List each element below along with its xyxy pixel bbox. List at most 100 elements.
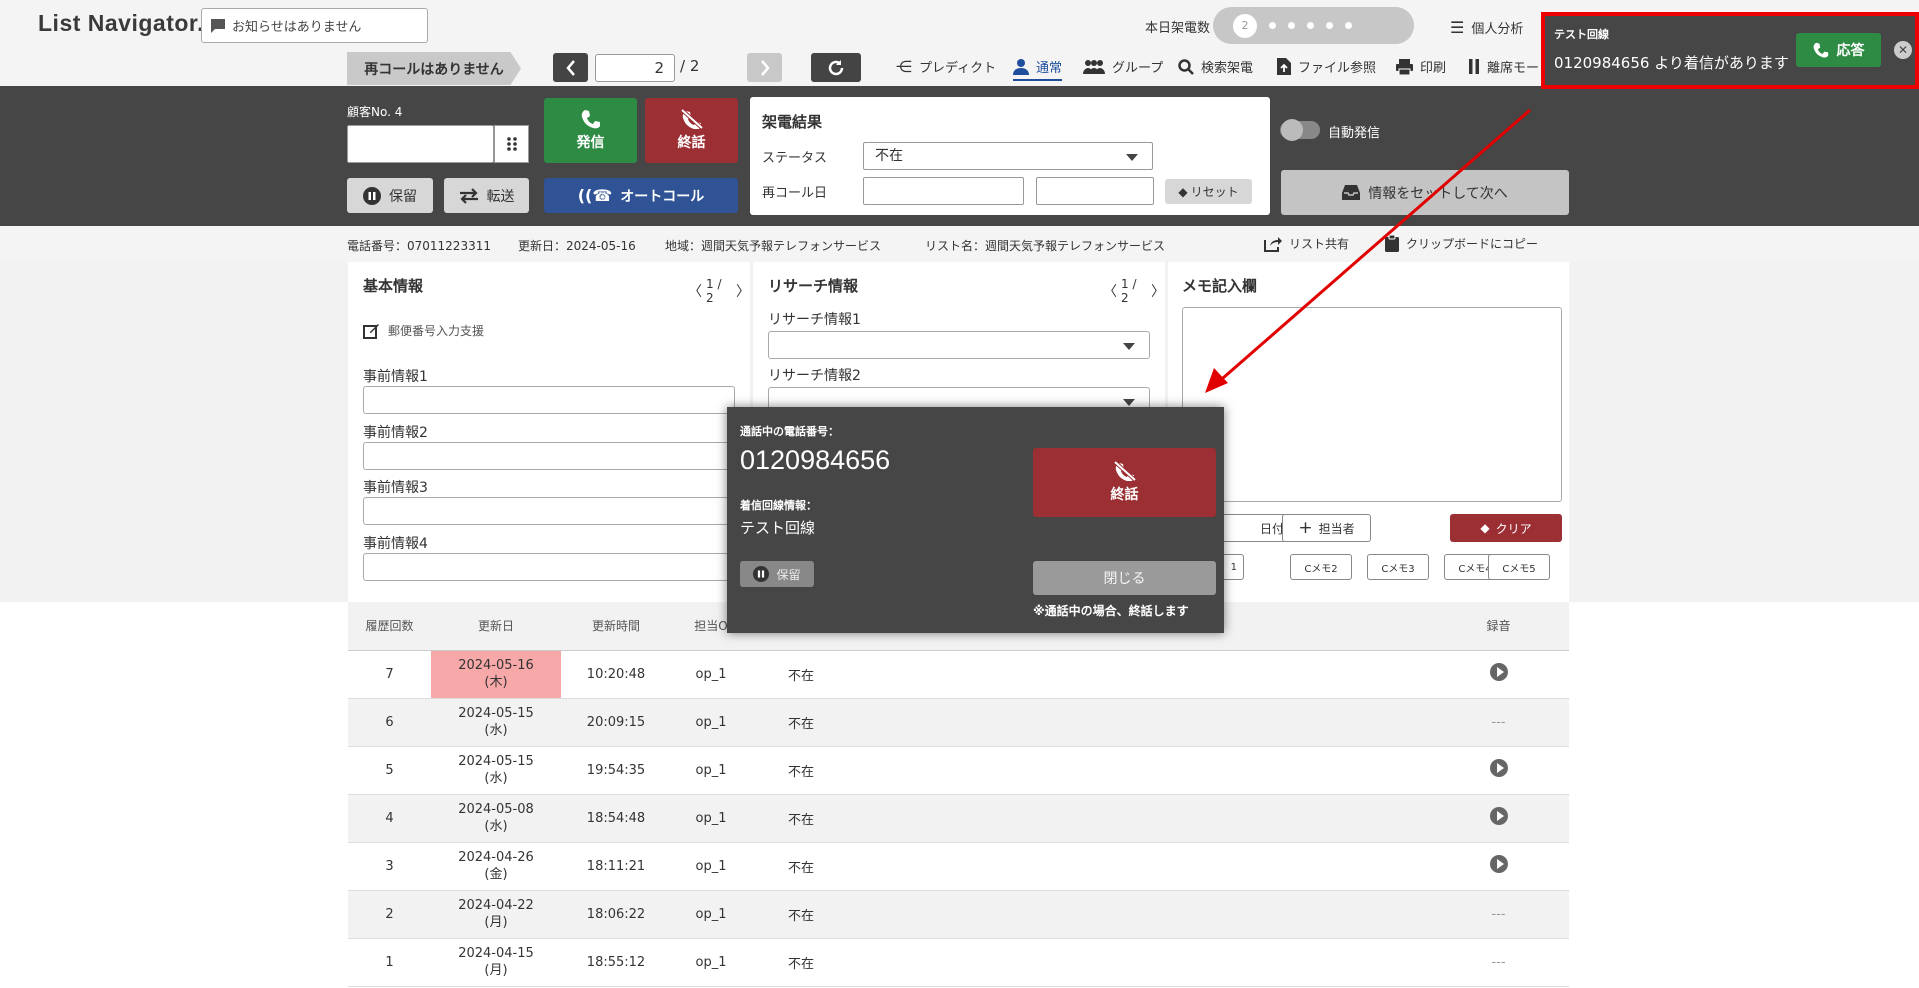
customer-no-input[interactable] [347, 125, 494, 163]
pre-info-input-4[interactable] [363, 553, 735, 581]
list-name-info: リスト名：週間天気予報テレフォンサービス [925, 239, 1166, 253]
chevron-right-icon [760, 59, 770, 76]
hold-button[interactable]: 保留 [347, 178, 433, 213]
recording-cell [1428, 746, 1569, 795]
history-count: 5 [348, 746, 431, 795]
pre-info-input-2[interactable] [363, 442, 735, 470]
incoming-message: 0120984656 より着信があります [1554, 54, 1789, 72]
caret-down-icon [1126, 154, 1138, 161]
eraser-icon: ◆ [1480, 521, 1490, 535]
status-select-value: 不在 [875, 148, 903, 164]
answer-button[interactable]: 応答 [1796, 33, 1881, 67]
history-time: 18:54:48 [561, 794, 671, 843]
phone-slash-icon [680, 109, 703, 129]
staff-stamp-button[interactable]: + 担当者 [1282, 514, 1371, 542]
chevron-left-icon[interactable]: 〈 [1103, 281, 1117, 301]
autocall-button[interactable]: ((☎ オートコール [544, 178, 738, 213]
plus-icon: + [1298, 518, 1313, 538]
history-count: 6 [348, 698, 431, 747]
autocall-label: オートコール [620, 188, 705, 205]
history-time: 18:55:12 [561, 938, 671, 987]
basic-info-title: 基本情報 [363, 277, 424, 295]
progress-dot [1269, 22, 1276, 29]
nav-print-label: 印刷 [1420, 61, 1447, 76]
refresh-button[interactable] [811, 53, 861, 82]
nav-away-label: 離席モー [1487, 61, 1540, 76]
dialog-close-button[interactable]: 閉じる [1033, 561, 1216, 595]
call-button[interactable]: 発信 [544, 98, 637, 163]
nav-away-mode[interactable]: 離席モー [1468, 57, 1539, 76]
pre-info-label-2: 事前情報2 [363, 425, 428, 441]
page-total: / 2 [680, 57, 700, 75]
transfer-button[interactable]: 転送 [444, 178, 529, 213]
history-date-value: 2024-04-22 [458, 898, 534, 913]
chevron-right-icon[interactable]: 〉 [1151, 281, 1165, 301]
pre-info-input-3[interactable] [363, 497, 735, 525]
pre-info-input-1[interactable] [363, 386, 735, 414]
col-header-count[interactable]: 履歴回数 [348, 602, 431, 651]
recall-time-input[interactable] [1036, 177, 1154, 205]
nav-normal[interactable]: 通常 [1013, 57, 1063, 81]
nav-search-call[interactable]: 検索架電 [1178, 57, 1253, 76]
history-count: 2 [348, 890, 431, 939]
dialog-hangup-label: 終話 [1110, 487, 1139, 503]
pause-circle-icon [753, 566, 770, 582]
history-date: 2024-05-15 (水) [431, 698, 561, 747]
recall-status: 再コールはありません [347, 52, 521, 85]
cmemo-button-3[interactable]: Cメモ3 [1367, 554, 1429, 580]
progress-dot [1307, 22, 1314, 29]
history-operator: op_1 [671, 938, 751, 987]
history-status: 不在 [751, 794, 851, 843]
notice-box[interactable]: お知らせはありません [201, 8, 428, 43]
chevron-right-icon[interactable]: 〉 [736, 281, 750, 301]
status-select[interactable]: 不在 [863, 142, 1153, 170]
chart-icon: ☰ [1450, 18, 1465, 37]
nav-predict[interactable]: ⋲ プレディクト [896, 57, 996, 76]
play-icon[interactable] [1489, 855, 1508, 873]
hangup-button[interactable]: 終話 [645, 98, 738, 163]
page-input[interactable]: 2 [595, 54, 675, 82]
col-header-recording[interactable]: 録音 [1428, 602, 1569, 651]
dialpad-button[interactable] [494, 125, 529, 163]
play-icon[interactable] [1489, 663, 1508, 681]
chevron-left-icon[interactable]: 〈 [688, 281, 702, 301]
dialog-hold-button[interactable]: 保留 [740, 561, 814, 587]
nav-group[interactable]: グループ [1083, 57, 1163, 76]
zip-help-link[interactable]: 郵便番号入力支援 [363, 322, 484, 339]
clear-memo-button[interactable]: ◆ クリア [1450, 514, 1562, 542]
dialog-hangup-button[interactable]: 終話 [1033, 448, 1216, 517]
date-stamp-label: 日付 [1259, 521, 1284, 536]
history-date: 2024-05-15 (水) [431, 746, 561, 795]
recall-date-input[interactable] [863, 177, 1024, 205]
cmemo-button-2[interactable]: Cメモ2 [1290, 554, 1352, 580]
recording-cell: --- [1428, 938, 1569, 987]
no-recording: --- [1491, 906, 1506, 922]
play-icon[interactable] [1489, 807, 1508, 825]
customer-no-label: 顧客No. 4 [347, 105, 403, 119]
research-select-1[interactable] [768, 331, 1150, 359]
annotation-arrow [1205, 108, 1531, 393]
history-comment [851, 890, 1428, 939]
nav-file-browse[interactable]: ファイル参照 [1277, 57, 1376, 76]
prev-page-button[interactable] [553, 53, 588, 82]
history-weekday: (水) [484, 723, 508, 738]
play-icon[interactable] [1489, 759, 1508, 777]
col-header-time[interactable]: 更新時間 [561, 602, 671, 651]
table-row: 6 2024-05-15 (水) 20:09:15 op_1 不在 --- [348, 698, 1569, 747]
transfer-label: 転送 [486, 188, 515, 205]
col-header-date[interactable]: 更新日 [431, 602, 561, 651]
history-weekday: (月) [484, 963, 508, 978]
personal-analysis-link[interactable]: ☰ 個人分析 [1450, 18, 1523, 37]
research-info-pager[interactable]: 〈 1 / 2 〉 [1103, 277, 1165, 305]
personal-analysis-label: 個人分析 [1471, 22, 1524, 37]
close-popup-icon[interactable]: ✕ [1894, 41, 1912, 59]
search-icon [1178, 58, 1194, 75]
region-info: 地域：週間天気予報テレフォンサービス [665, 239, 882, 253]
table-row: 3 2024-04-26 (金) 18:11:21 op_1 不在 [348, 842, 1569, 891]
nav-print[interactable]: 印刷 [1396, 57, 1446, 76]
phone-volume-icon: ((☎ [577, 186, 613, 205]
hangup-label: 終話 [677, 135, 706, 151]
basic-info-pager[interactable]: 〈 1 / 2 〉 [688, 277, 750, 305]
next-page-button[interactable] [747, 53, 782, 82]
cmemo-button-5[interactable]: Cメモ5 [1488, 554, 1550, 580]
